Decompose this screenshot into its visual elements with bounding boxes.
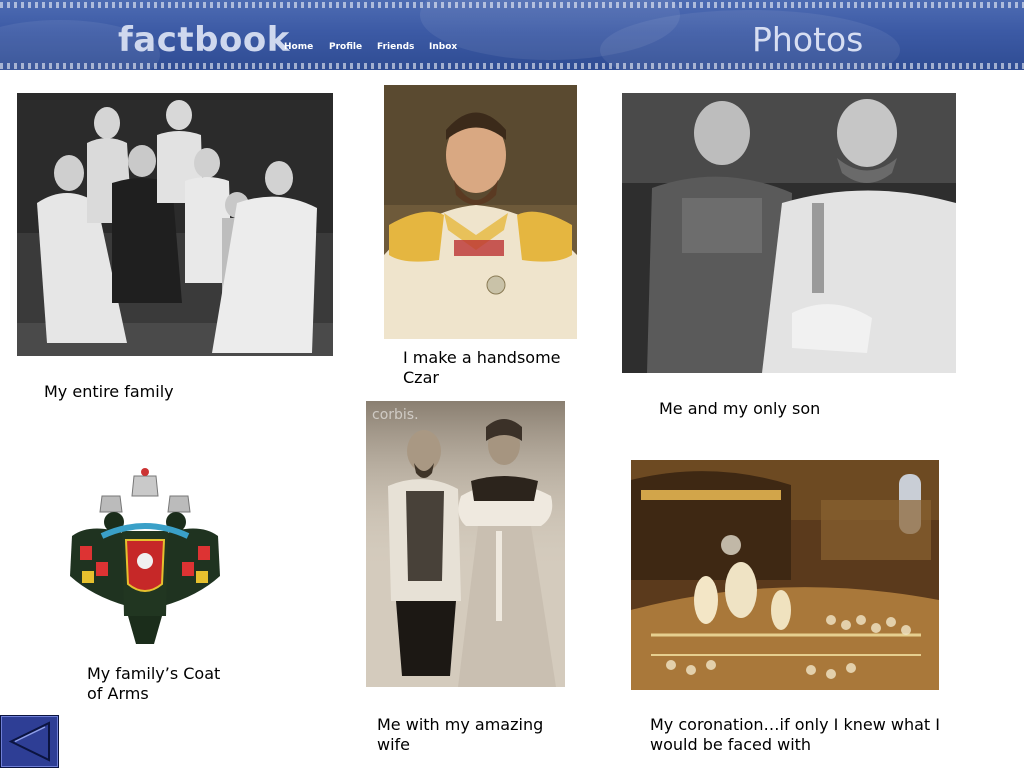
wife-caption: Me with my amazing wife: [377, 715, 544, 754]
family-photo[interactable]: [17, 93, 333, 356]
coronation-caption: My coronation…if only I knew what I woul…: [650, 715, 940, 754]
son-caption: Me and my only son: [659, 399, 821, 418]
wife-photo[interactable]: corbis.: [366, 401, 565, 687]
nav-profile[interactable]: Profile: [329, 42, 362, 52]
coat-of-arms-caption: My family’s Coat of Arms: [87, 664, 221, 703]
nav-inbox[interactable]: Inbox: [429, 42, 457, 52]
czar-portrait-photo[interactable]: [384, 85, 577, 339]
family-caption: My entire family: [44, 382, 174, 401]
coat-of-arms-image[interactable]: [62, 466, 228, 650]
back-button[interactable]: [0, 715, 59, 768]
nav-friends[interactable]: Friends: [377, 42, 414, 52]
header-stitch-bottom: [0, 63, 1024, 69]
czar-caption: I make a handsome Czar: [403, 348, 561, 387]
factbook-logo[interactable]: factbook: [118, 20, 290, 60]
header-stitch-top: [0, 2, 1024, 8]
coronation-painting[interactable]: [631, 460, 939, 690]
nav-home[interactable]: Home: [284, 42, 313, 52]
son-photo[interactable]: [622, 93, 956, 373]
corbis-watermark: corbis.: [372, 407, 419, 423]
page-title: Photos: [752, 20, 864, 59]
site-header: factbook Home Profile Friends Inbox Phot…: [0, 0, 1024, 70]
triangle-left-icon: [1, 716, 58, 767]
